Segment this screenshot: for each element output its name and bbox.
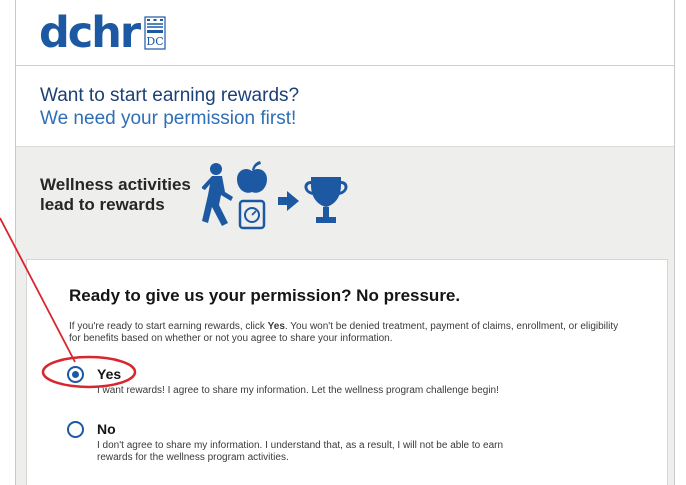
no-radio-button[interactable] [67, 421, 84, 438]
intro-subheading: We need your permission first! [40, 108, 297, 129]
dchr-logo: dchr [39, 8, 141, 58]
permission-description: If you're ready to start earning rewards… [69, 321, 629, 345]
intro-section: Want to start earning rewards? We need y… [16, 66, 674, 146]
header: dchr DC [16, 0, 674, 66]
wellness-title: Wellness activities lead to rewards [40, 175, 210, 215]
scale-icon [238, 199, 266, 230]
yes-label[interactable]: Yes [97, 366, 121, 382]
permission-description-intro: If you're ready to start earning rewards… [69, 321, 268, 332]
permission-title: Ready to give us your permission? No pre… [69, 286, 461, 305]
intro-heading: Want to start earning rewards? [40, 85, 300, 106]
wellness-icons [202, 161, 348, 230]
wellness-panel: Wellness activities lead to rewards Read… [16, 146, 674, 485]
arrow-right-icon [278, 191, 299, 211]
no-label[interactable]: No [97, 421, 116, 437]
walking-person-icon [202, 163, 233, 226]
wellness-title-line2: lead to rewards [40, 195, 165, 214]
trophy-icon [304, 177, 348, 223]
we-are-dc-logo-icon: DC [144, 16, 166, 50]
yes-description: I want rewards! I agree to share my info… [97, 385, 499, 396]
permission-description-yes: Yes [267, 321, 285, 332]
no-description: I don't agree to share my information. I… [97, 440, 504, 463]
permission-card: Ready to give us your permission? No pre… [26, 259, 668, 485]
wellness-title-line1: Wellness activities [40, 175, 191, 194]
svg-text:DC: DC [146, 35, 163, 48]
yes-radio-button[interactable] [67, 366, 84, 383]
permission-page: dchr DC Want to start earning rewards? W… [15, 0, 675, 485]
apple-icon [237, 161, 267, 193]
